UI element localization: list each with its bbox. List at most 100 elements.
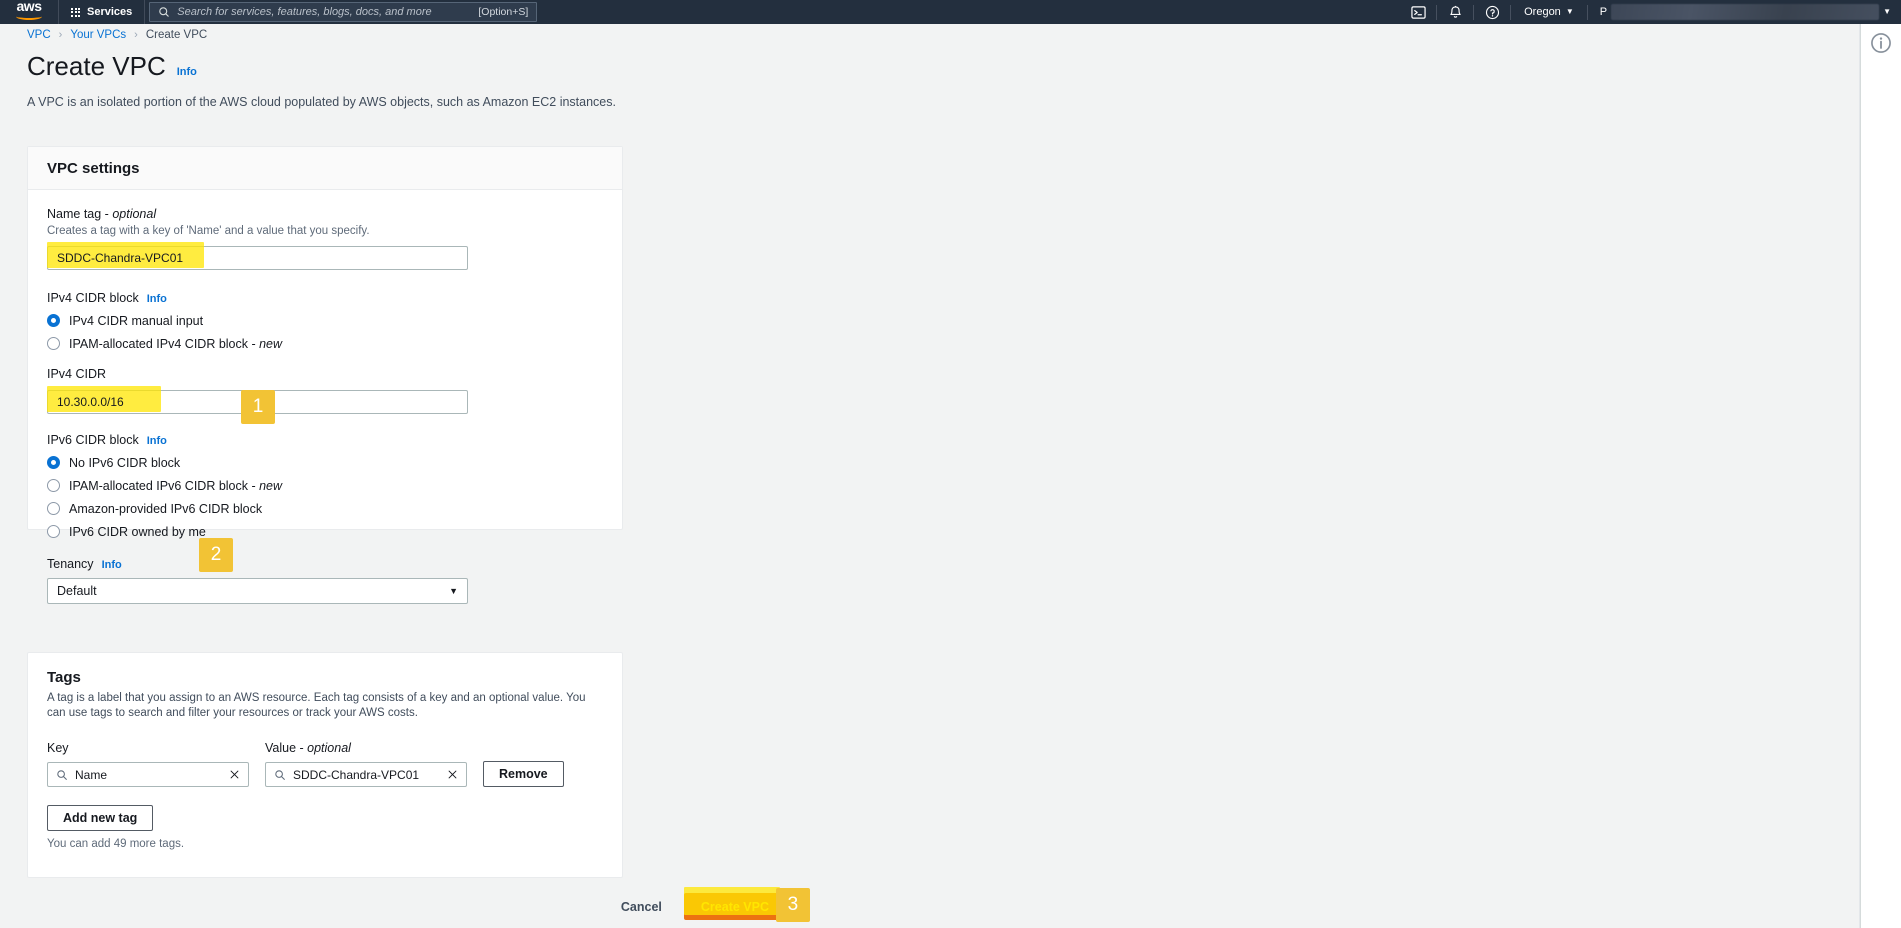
ipv6-cidr-block-info-link[interactable]: Info — [147, 435, 167, 447]
radio-label: Amazon-provided IPv6 CIDR block — [69, 501, 263, 516]
page-title: Create VPC — [27, 51, 166, 81]
create-vpc-label: Create VPC — [700, 899, 769, 914]
right-help-panel — [1860, 24, 1901, 928]
breadcrumb-item-create-vpc: Create VPC — [145, 29, 208, 41]
breadcrumb-separator-2: › — [134, 29, 138, 41]
breadcrumb-item-your-vpcs[interactable]: Your VPCs — [70, 29, 126, 41]
region-label: Oregon — [1524, 6, 1561, 18]
close-x-icon[interactable] — [229, 769, 240, 780]
search-input[interactable]: Search for services, features, blogs, do… — [149, 2, 538, 22]
tenancy-label: Tenancy — [47, 557, 94, 571]
vpc-settings-title: VPC settings — [47, 159, 140, 177]
radio-label: IPAM-allocated IPv4 CIDR block - new — [69, 336, 283, 351]
tag-key-input[interactable]: Name — [47, 762, 249, 787]
tags-card-body: Key Name Value - optional SDDC-Chandra-V… — [28, 741, 622, 850]
services-label: Services — [87, 6, 133, 18]
name-tag-description: Creates a tag with a key of 'Name' and a… — [47, 225, 370, 237]
name-tag-input[interactable]: SDDC-Chandra-VPC01 — [47, 242, 468, 270]
vpc-settings-card-body: Name tag - optional Creates a tag with a… — [28, 190, 622, 604]
annotation-badge-2: 2 — [199, 538, 233, 572]
vpc-settings-card-header: VPC settings — [28, 147, 622, 190]
add-new-tag-button[interactable]: Add new tag — [47, 805, 154, 831]
name-tag-field-group: Name tag - optional Creates a tag with a… — [47, 207, 603, 424]
aws-wordmark: aws — [16, 0, 42, 14]
form-footer: Cancel Create VPC 3 — [27, 887, 810, 922]
ipv6-cidr-block-label: IPv6 CIDR block — [47, 433, 139, 447]
ipv4-cidr-label: IPv4 CIDR — [47, 367, 107, 381]
vpc-settings-card: VPC settings Name tag - optional Creates… — [27, 146, 623, 604]
tag-value-text: SDDC-Chandra-VPC01 — [293, 767, 420, 782]
bell-icon[interactable] — [1437, 0, 1473, 24]
tag-value-label: Value - optional — [265, 741, 351, 755]
radio-ipv4-ipam-allocated[interactable]: IPAM-allocated IPv4 CIDR block - new — [47, 334, 603, 353]
cancel-button[interactable]: Cancel — [621, 900, 662, 914]
tag-key-value: Name — [75, 767, 108, 782]
tenancy-field-group: Tenancy Info Default ▼ — [47, 557, 603, 604]
breadcrumb-item-vpc[interactable]: VPC — [27, 29, 51, 41]
radio-indicator — [47, 525, 60, 538]
ipv4-cidr-block-label: IPv4 CIDR block — [47, 291, 139, 305]
annotation-badge-1: 1 — [241, 390, 275, 424]
radio-indicator — [47, 502, 60, 515]
tag-remove-column: Remove — [483, 761, 564, 787]
create-vpc-wrapper: Create VPC 3 — [683, 887, 810, 922]
aws-logo[interactable]: aws — [0, 0, 58, 24]
search-icon — [275, 769, 285, 780]
page-header: Create VPC Info A VPC is an isolated por… — [27, 50, 927, 111]
page-title-row: Create VPC Info — [27, 50, 927, 82]
radio-indicator — [47, 314, 60, 327]
top-navigation-bar: aws Services Search for services, featur… — [0, 0, 1901, 24]
question-circle-icon[interactable] — [1474, 0, 1510, 24]
tenancy-value: Default — [57, 584, 97, 598]
remove-tag-button[interactable]: Remove — [483, 761, 564, 787]
breadcrumb: VPC › Your VPCs › Create VPC — [0, 24, 1860, 46]
tags-card: Tags A tag is a label that you assign to… — [27, 652, 623, 878]
tenancy-label-row: Tenancy Info — [47, 557, 603, 571]
close-x-icon[interactable] — [447, 769, 458, 780]
radio-indicator — [47, 456, 60, 469]
tag-value-input[interactable]: SDDC-Chandra-VPC01 — [265, 762, 467, 787]
info-circle-icon[interactable] — [1870, 32, 1892, 54]
tenancy-select[interactable]: Default ▼ — [47, 578, 468, 604]
nav-right-group: Oregon ▼ P ▼ — [1400, 0, 1901, 24]
ipv4-cidr-block-label-row: IPv4 CIDR block Info — [47, 291, 603, 305]
radio-ipv6-owned-by-me[interactable]: IPv6 CIDR owned by me — [47, 522, 603, 541]
radio-no-ipv6-cidr-block[interactable]: No IPv6 CIDR block — [47, 453, 603, 472]
ipv4-cidr-block-info-link[interactable]: Info — [147, 293, 167, 305]
tag-key-label: Key — [47, 741, 69, 755]
page-description: A VPC is an isolated portion of the AWS … — [27, 95, 616, 109]
chevron-down-icon: ▼ — [449, 586, 458, 596]
radio-indicator — [47, 337, 60, 350]
account-label: P — [1599, 6, 1608, 18]
tags-description: A tag is a label that you assign to an A… — [47, 692, 586, 719]
tag-value-column: Value - optional SDDC-Chandra-VPC01 — [265, 741, 467, 787]
tags-title: Tags — [47, 669, 81, 686]
tags-remaining-note: You can add 49 more tags. — [47, 838, 185, 850]
annotation-badge-3: 3 — [775, 888, 810, 922]
radio-ipam-allocated-ipv6[interactable]: IPAM-allocated IPv6 CIDR block - new — [47, 476, 603, 495]
add-tag-wrapper: Add new tag You can add 49 more tags. — [47, 805, 603, 850]
account-menu[interactable]: P ▼ — [1588, 0, 1901, 24]
page-info-link[interactable]: Info — [177, 66, 197, 78]
ipv6-cidr-block-label-row: IPv6 CIDR block Info — [47, 433, 603, 447]
ipv6-cidr-block-group: IPv6 CIDR block Info No IPv6 CIDR block … — [47, 433, 603, 541]
services-menu-button[interactable]: Services — [59, 0, 144, 24]
ipv4-cidr-field-group: IPv4 CIDR 10.30.0.0/16 2 — [47, 365, 603, 572]
radio-label: IPv6 CIDR owned by me — [69, 524, 206, 539]
aws-smile-icon — [16, 13, 42, 20]
create-vpc-button[interactable]: Create VPC — [683, 893, 786, 920]
cloudshell-icon[interactable] — [1400, 0, 1436, 24]
radio-label: No IPv6 CIDR block — [69, 455, 181, 470]
search-placeholder: Search for services, features, blogs, do… — [177, 6, 432, 18]
name-tag-value: SDDC-Chandra-VPC01 — [57, 251, 184, 265]
tenancy-info-link[interactable]: Info — [102, 559, 122, 571]
radio-label: IPv4 CIDR manual input — [69, 313, 204, 328]
ipv4-cidr-block-radio-group: IPv4 CIDR manual input IPAM-allocated IP… — [47, 311, 603, 353]
ipv4-cidr-block-group: IPv4 CIDR block Info IPv4 CIDR manual in… — [47, 291, 603, 353]
breadcrumb-separator-1: › — [58, 29, 63, 41]
grid-menu-icon — [71, 7, 80, 17]
radio-ipv4-manual-input[interactable]: IPv4 CIDR manual input — [47, 311, 603, 330]
nav-divider-2 — [144, 0, 146, 24]
region-selector[interactable]: Oregon ▼ — [1511, 0, 1587, 24]
radio-amazon-provided-ipv6[interactable]: Amazon-provided IPv6 CIDR block — [47, 499, 603, 518]
